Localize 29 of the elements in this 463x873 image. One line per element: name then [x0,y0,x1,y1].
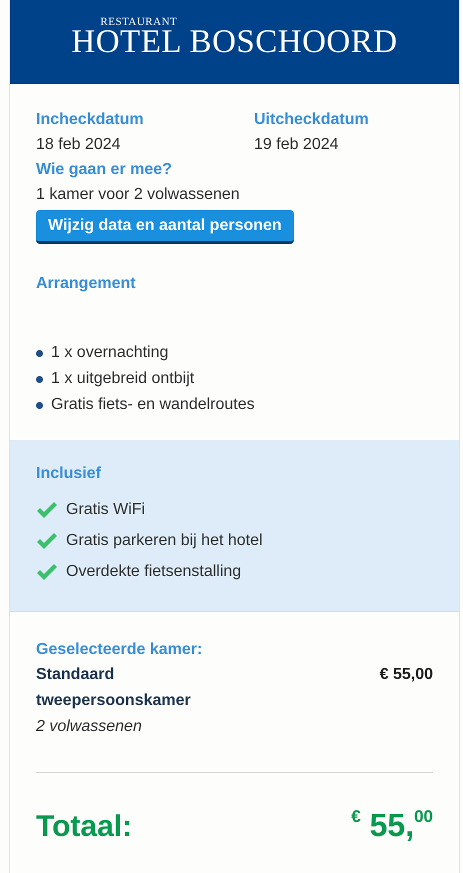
guests-label: Wie gaan er mee? [36,160,173,180]
logo-tagline: RESTAURANT [100,16,178,28]
check-icon [36,562,58,580]
included-item: Overdekte fietsenstalling [66,562,242,582]
checkout-date: 19 feb 2024 [254,135,340,155]
section-title: Arrangement [36,274,137,294]
bullet-icon [36,402,43,408]
change-button[interactable]: Wijzig data en aantal personen [36,210,294,244]
guests-value: 1 kamer voor 2 volwassenen [36,185,241,205]
checkin-label: Incheckdatum [36,110,145,130]
room-name: Standaard tweepersoonskamer [36,665,192,711]
room-guests: 2 volwassenen [36,717,143,737]
total-price: $^{€}$ 55,$^{00}$ [351,806,433,845]
arrangement-item: Gratis fiets- en wandelroutes [51,395,255,415]
bullet-icon [36,350,43,356]
included-item: Gratis parkeren bij het hotel [66,531,263,551]
total-label: Totaal: [36,809,132,845]
room-price: € 55,00 [380,665,433,685]
check-icon [36,532,58,550]
section-title: Inclusief [36,464,102,484]
check-icon [36,500,58,518]
bullet-icon [36,376,43,382]
included-item: Gratis WiFi [66,500,146,520]
arrangement-item: 1 x overnachting [51,343,168,363]
checkout-label: Uitcheckdatum [254,110,369,130]
checkin-date: 18 feb 2024 [36,135,122,155]
hotel-logo: HOTEL BOSCHOORD [71,26,398,58]
arrangement-item: 1 x uitgebreid ontbijt [51,369,194,389]
room-label: Geselecteerde kamer: [36,640,204,660]
